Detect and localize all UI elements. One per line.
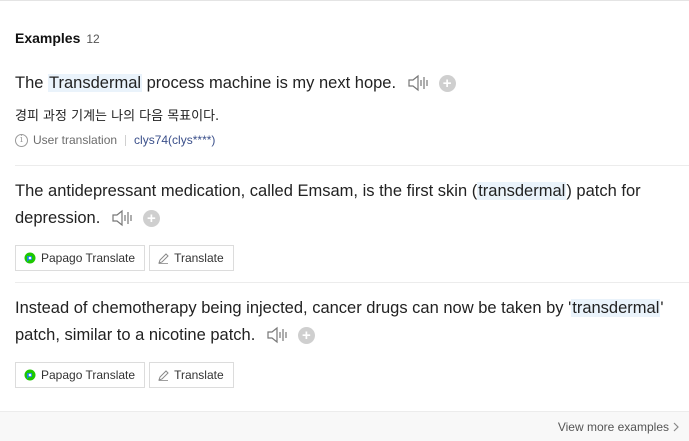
example-sentence: The antidepressant medication, called Em…: [15, 178, 689, 236]
view-more-examples-link[interactable]: View more examples: [558, 420, 679, 434]
example-item: The antidepressant medication, called Em…: [15, 178, 689, 271]
pen-icon: [158, 369, 169, 381]
papago-translate-label: Papago Translate: [41, 251, 136, 265]
examples-title: Examples: [15, 30, 81, 46]
source-label: User translation: [33, 133, 118, 147]
example-sentence: Instead of chemotherapy being injected, …: [15, 295, 689, 353]
sentence-text: process machine is my next hope.: [142, 74, 397, 92]
speaker-icon[interactable]: [266, 326, 290, 353]
examples-footer: View more examples: [0, 411, 689, 441]
examples-header: Examples 12: [15, 30, 100, 46]
highlighted-term: Transdermal: [48, 74, 143, 92]
info-icon[interactable]: i: [15, 133, 28, 147]
chevron-right-icon: [673, 422, 679, 432]
translation-source: i User translation clys74(clys****): [15, 133, 689, 147]
example-translation: 경피 과정 기계는 나의 다음 목표이다.: [15, 109, 220, 124]
sentence-text: Instead of chemotherapy being injected, …: [15, 299, 572, 317]
speaker-icon[interactable]: [407, 74, 431, 101]
top-divider: [0, 0, 689, 1]
translate-buttons: Papago Translate Translate: [15, 362, 689, 388]
papago-translate-button[interactable]: Papago Translate: [15, 362, 146, 388]
papago-logo-icon: [24, 252, 36, 264]
example-separator: [15, 282, 689, 283]
example-item: Instead of chemotherapy being injected, …: [15, 295, 689, 388]
add-plus-icon[interactable]: +: [438, 75, 456, 92]
papago-translate-button[interactable]: Papago Translate: [15, 245, 146, 271]
papago-logo-icon: [24, 369, 36, 381]
examples-count: 12: [86, 32, 100, 46]
translate-button[interactable]: Translate: [149, 362, 234, 388]
sentence-text: The antidepressant medication, called Em…: [15, 182, 478, 200]
add-plus-icon[interactable]: +: [297, 327, 315, 344]
translate-buttons: Papago Translate Translate: [15, 245, 689, 271]
view-more-label: View more examples: [557, 420, 669, 434]
sentence-text: The: [15, 74, 49, 92]
translate-button[interactable]: Translate: [149, 245, 234, 271]
pen-icon: [158, 252, 169, 264]
example-sentence: The Transdermal process machine is my ne…: [15, 70, 689, 101]
example-item: The Transdermal process machine is my ne…: [15, 70, 689, 147]
highlighted-term: transdermal: [571, 299, 661, 317]
translate-label: Translate: [174, 368, 224, 382]
source-divider: [125, 134, 127, 146]
highlighted-term: transdermal: [477, 182, 567, 200]
add-plus-icon[interactable]: +: [142, 210, 160, 227]
source-user-link[interactable]: clys74(clys****): [134, 133, 215, 147]
papago-translate-label: Papago Translate: [41, 368, 136, 382]
translate-label: Translate: [174, 251, 224, 265]
example-separator: [15, 165, 689, 166]
speaker-icon[interactable]: [111, 209, 135, 236]
